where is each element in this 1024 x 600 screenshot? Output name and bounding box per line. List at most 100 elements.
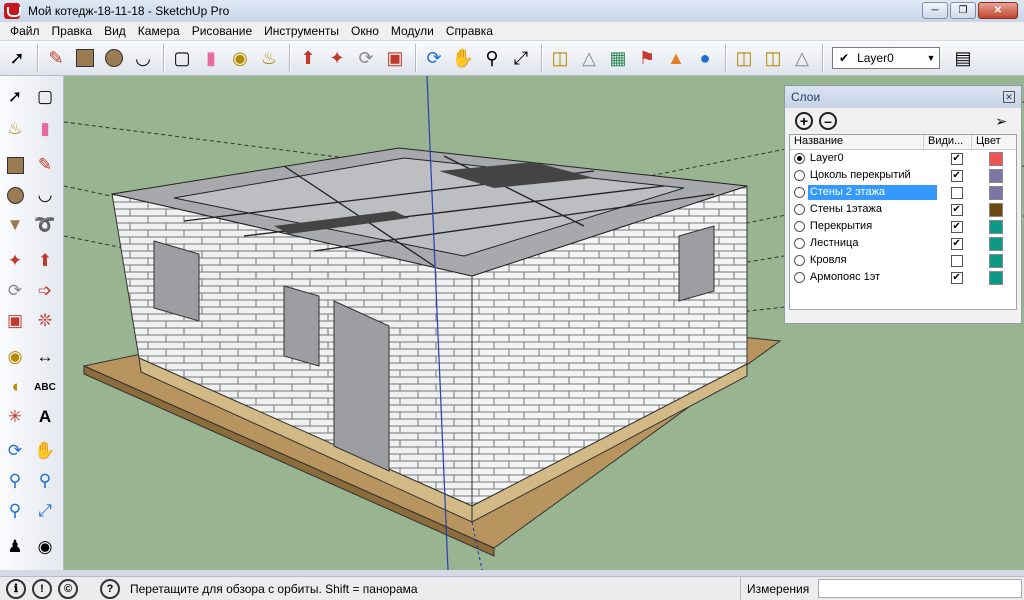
text-tool-icon[interactable]: ABC <box>32 374 58 400</box>
current-layer-dropdown[interactable]: ✔ Layer0 ▼ <box>832 47 940 69</box>
layer-visibility-checkbox[interactable]: ✔ <box>950 237 963 250</box>
circle-tool-icon[interactable] <box>2 182 28 208</box>
layer-name[interactable]: Цоколь перекрытий <box>808 168 937 183</box>
layer-color-swatch[interactable] <box>989 219 1004 234</box>
layer-name[interactable]: Перекрытия <box>808 219 937 234</box>
eraser-tool-icon[interactable]: ▮ <box>32 116 58 142</box>
make-component-icon[interactable]: ▢ <box>32 84 58 110</box>
column-header-visible[interactable]: Види... <box>924 135 972 149</box>
select-tool-icon[interactable]: ➚ <box>4 44 30 72</box>
paint-bucket-tool-icon[interactable]: ♨ <box>256 44 282 72</box>
active-layer-radio[interactable] <box>794 204 805 215</box>
layer-visibility-checkbox[interactable] <box>950 254 963 267</box>
active-layer-radio[interactable] <box>794 153 805 164</box>
offset-tool-icon[interactable]: ❊ <box>32 308 58 334</box>
layer-name[interactable]: Layer0 <box>808 151 937 166</box>
close-icon[interactable]: ✕ <box>1003 91 1015 103</box>
menu-tools[interactable]: Инструменты <box>258 24 345 38</box>
layer-manager-icon[interactable]: ▤ <box>950 44 976 72</box>
axes-tool-icon[interactable]: ✳ <box>2 404 28 430</box>
push-pull-tool-icon[interactable]: ⬆ <box>32 248 58 274</box>
layer-row[interactable]: Лестница ✔ <box>790 235 1016 252</box>
rectangle-tool-icon[interactable] <box>2 152 28 178</box>
credits-icon[interactable]: ! <box>32 578 52 599</box>
orbit-tool-icon[interactable]: ⟳ <box>2 438 28 464</box>
user-icon[interactable]: © <box>58 578 78 599</box>
active-layer-radio[interactable] <box>794 272 805 283</box>
layer-visibility-checkbox[interactable]: ✔ <box>950 220 963 233</box>
layer-visibility-checkbox[interactable]: ✔ <box>950 203 963 216</box>
move-tool-icon[interactable]: ✦ <box>2 248 28 274</box>
dimension-tool-icon[interactable]: ↔ <box>32 344 58 370</box>
circle-tool-icon[interactable] <box>101 44 127 72</box>
layer-row[interactable]: Перекрытия ✔ <box>790 218 1016 235</box>
polygon-tool-icon[interactable]: ▼ <box>2 212 28 238</box>
rotate-tool-icon[interactable]: ⟳ <box>353 44 379 72</box>
pencil-line-tool-icon[interactable]: ✎ <box>32 152 58 178</box>
toggle-terrain-icon[interactable]: ⚑ <box>634 44 660 72</box>
layer-color-swatch[interactable] <box>989 202 1004 217</box>
zoom-extents-icon[interactable]: ⤢ <box>508 44 534 72</box>
menu-edit[interactable]: Правка <box>46 24 99 38</box>
active-layer-radio[interactable] <box>794 170 805 181</box>
layer-visibility-checkbox[interactable]: ✔ <box>950 169 963 182</box>
layer-color-swatch[interactable] <box>989 151 1004 166</box>
offset-tool-icon[interactable]: ▣ <box>382 44 408 72</box>
scale-tool-icon[interactable]: ▣ <box>2 308 28 334</box>
arc-tool-icon[interactable]: ◡ <box>130 44 156 72</box>
layer-color-swatch[interactable] <box>989 236 1004 251</box>
zoom-tool-icon[interactable]: ⚲ <box>479 44 505 72</box>
share-model-icon[interactable]: △ <box>576 44 602 72</box>
layer-visibility-checkbox[interactable] <box>950 186 963 199</box>
menu-help[interactable]: Справка <box>440 24 499 38</box>
active-layer-radio[interactable] <box>794 255 805 266</box>
layer-row[interactable]: Layer0 ✔ <box>790 150 1016 167</box>
zoom-window-icon[interactable]: ⚲ <box>32 468 58 494</box>
menu-plugins[interactable]: Модули <box>385 24 440 38</box>
google-earth-icon[interactable]: ● <box>692 44 718 72</box>
arc-tool-icon[interactable]: ◡ <box>32 182 58 208</box>
pan-tool-icon[interactable]: ✋ <box>450 44 476 72</box>
active-layer-radio[interactable] <box>794 221 805 232</box>
active-layer-radio[interactable] <box>794 187 805 198</box>
menu-camera[interactable]: Камера <box>132 24 186 38</box>
rotate-tool-icon[interactable]: ⟳ <box>2 278 28 304</box>
get-models-icon[interactable]: ◫ <box>547 44 573 72</box>
freehand-tool-icon[interactable]: ➰ <box>32 212 58 238</box>
close-button[interactable]: ✕ <box>978 2 1018 19</box>
previous-view-icon[interactable]: ⚲ <box>2 498 28 524</box>
help-icon[interactable]: ? <box>100 578 120 599</box>
layer-visibility-checkbox[interactable]: ✔ <box>950 271 963 284</box>
pencil-line-tool-icon[interactable]: ✎ <box>43 44 69 72</box>
layer-row[interactable]: Стены 2 этажа <box>790 184 1016 201</box>
layer-color-swatch[interactable] <box>989 270 1004 285</box>
select-tool-icon[interactable]: ➚ <box>2 84 28 110</box>
layer-row[interactable]: Кровля <box>790 252 1016 269</box>
column-header-name[interactable]: Название <box>790 135 924 149</box>
layers-panel-title-bar[interactable]: Слои ✕ <box>785 86 1021 108</box>
menu-view[interactable]: Вид <box>98 24 132 38</box>
delete-layer-button[interactable]: – <box>819 112 837 130</box>
share-component-icon[interactable]: ◫ <box>760 44 786 72</box>
paint-bucket-tool-icon[interactable]: ♨ <box>2 116 28 142</box>
details-arrow-icon[interactable]: ➢ <box>995 113 1007 130</box>
active-layer-radio[interactable] <box>794 238 805 249</box>
orbit-tool-icon[interactable]: ⟳ <box>421 44 447 72</box>
add-location-icon[interactable]: ▦ <box>605 44 631 72</box>
layer-color-swatch[interactable] <box>989 253 1004 268</box>
geo-location-icon[interactable]: ℹ <box>6 578 26 599</box>
3d-text-tool-icon[interactable]: A <box>32 404 58 430</box>
menu-file[interactable]: Файл <box>4 24 46 38</box>
layer-name[interactable]: Стены 1этажа <box>808 202 937 217</box>
menu-window[interactable]: Окно <box>345 24 385 38</box>
eraser-tool-icon[interactable]: ▮ <box>198 44 224 72</box>
tape-measure-tool-icon[interactable]: ◉ <box>2 344 28 370</box>
column-header-color[interactable]: Цвет <box>972 135 1016 149</box>
layer-name[interactable]: Лестница <box>808 236 937 251</box>
layer-row[interactable]: Стены 1этажа ✔ <box>790 201 1016 218</box>
protractor-tool-icon[interactable]: ◖ <box>2 374 28 400</box>
layer-color-swatch[interactable] <box>989 168 1004 183</box>
extension-warehouse-icon[interactable]: △ <box>789 44 815 72</box>
layer-name[interactable]: Кровля <box>808 253 937 268</box>
push-pull-tool-icon[interactable]: ⬆ <box>295 44 321 72</box>
